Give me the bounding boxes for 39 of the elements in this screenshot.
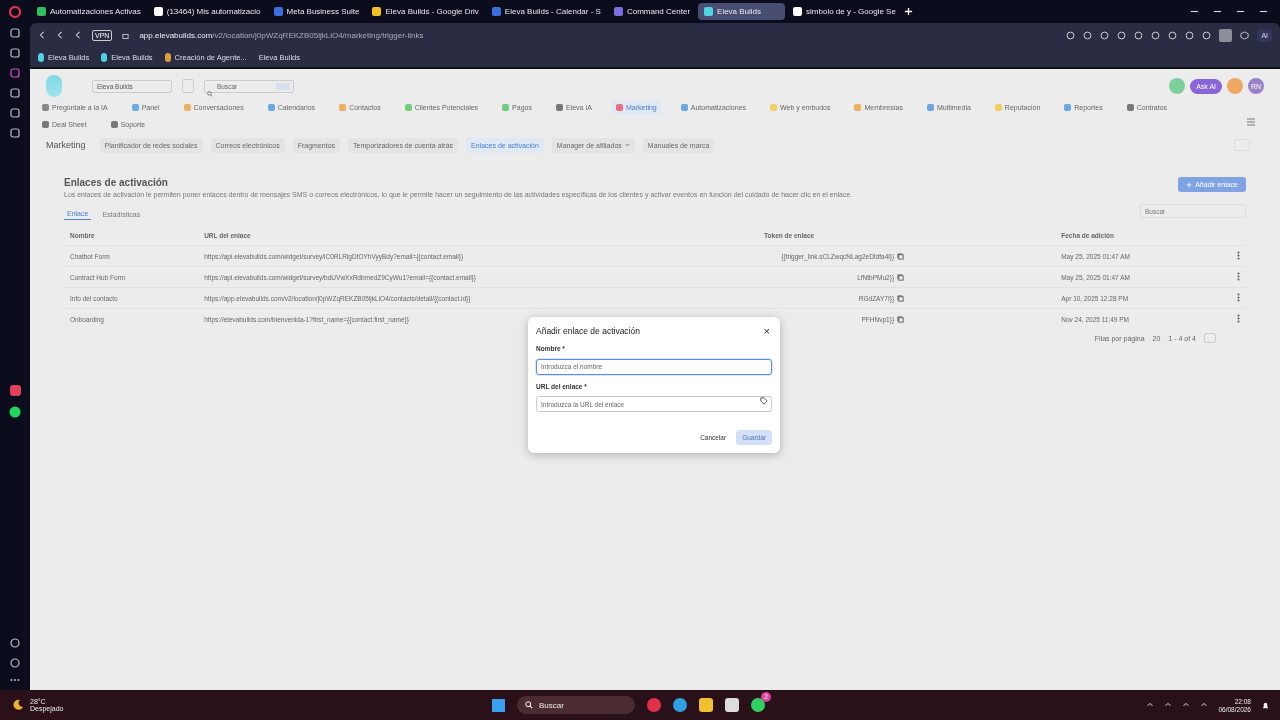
page-title: Enlaces de activación (64, 177, 169, 188)
browser-tab[interactable]: Meta Business Suite (268, 3, 365, 20)
section-title: Marketing (46, 140, 86, 150)
copy-icon[interactable] (897, 252, 905, 260)
new-tab-icon[interactable] (903, 7, 913, 16)
app-icon[interactable] (9, 385, 21, 396)
more-options-icon[interactable] (1237, 314, 1240, 323)
more-icon[interactable] (10, 678, 20, 682)
edge-app-icon[interactable] (673, 698, 687, 712)
start-icon[interactable] (492, 698, 505, 712)
more-options-icon[interactable] (1237, 293, 1240, 302)
more-options-icon[interactable] (1237, 251, 1240, 260)
bell-icon[interactable] (1261, 700, 1270, 710)
address-bar[interactable]: app.elevabuilds.com/v2/location/j0pWZqREKZB05ljkLiO4/marketing/trigger-links (139, 30, 424, 40)
browser-tab[interactable]: Command Center (608, 3, 696, 20)
browser-tab[interactable]: simbolo de y - Google Se (788, 3, 901, 20)
shortcut-badge (276, 82, 290, 90)
back-icon[interactable] (38, 31, 46, 39)
copy-icon[interactable] (897, 315, 905, 323)
browser-tab[interactable]: Eleva Builds (698, 3, 786, 20)
profile-avatar[interactable] (1219, 28, 1233, 42)
browser-tab[interactable]: (13464) Mis automatizacio (148, 3, 266, 20)
taskbar-search[interactable]: Buscar (517, 696, 635, 714)
moon-icon (12, 699, 24, 711)
lock-icon (122, 31, 130, 39)
plus-icon (1186, 181, 1193, 188)
chevron-up-icon[interactable] (1146, 701, 1155, 709)
chat-app-icon[interactable] (751, 698, 765, 712)
browser-tab[interactable]: Automatizaciones Activas (32, 3, 146, 20)
browser-logo-icon[interactable] (9, 6, 21, 18)
app-logo (46, 75, 62, 97)
more-options-icon[interactable] (1237, 272, 1240, 281)
browser-tab[interactable]: Eleva Builds - Google Driv (367, 3, 484, 20)
browser-tab[interactable]: Eleva Builds - Calendar - S (486, 3, 606, 20)
browser-app-icon[interactable] (647, 698, 661, 712)
copy-icon[interactable] (897, 294, 905, 302)
dialog-title: Añadir enlace de activación (536, 326, 640, 336)
music-app-icon[interactable] (9, 406, 21, 418)
copy-icon[interactable] (897, 273, 905, 281)
